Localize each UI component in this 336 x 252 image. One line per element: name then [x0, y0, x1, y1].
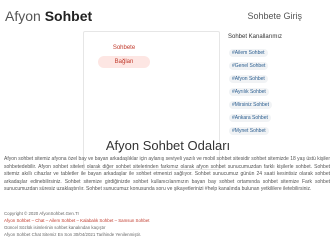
footer: Copyright © 2020 AfyonSohbet.Gen.Tr Afyo…	[4, 210, 330, 238]
channel-link[interactable]: #Ankara Sohbet	[229, 114, 271, 122]
channel-link[interactable]: #Mynet Sohbet	[229, 127, 269, 135]
footer-copyright: Copyright © 2020 AfyonSohbet.Gen.Tr	[4, 211, 80, 216]
channel-link[interactable]: #Mirsiniz Sohbet	[229, 101, 272, 109]
connect-button[interactable]: Bağlan	[98, 56, 150, 68]
channel-link[interactable]: #Ayrılık Sohbet	[229, 88, 269, 96]
site-logo[interactable]: Afyon Sohbet	[5, 8, 92, 24]
footer-updated: Afyon Sohbet Chat Sitemiz En Son 30/04/2…	[4, 232, 142, 237]
channels-list: #Ailem Sohbet #Genel Sohbet #Afyon Sohbe…	[229, 49, 329, 140]
logo-light-text: Afyon	[5, 8, 41, 24]
chat-login-link[interactable]: Sohbete Giriş	[247, 11, 302, 21]
logo-bold-text: Sohbet	[44, 8, 93, 24]
channel-link[interactable]: #Genel Sohbet	[229, 62, 269, 70]
footer-links[interactable]: Afyon Sohbet – Chat – Ailem Sohbet – Kal…	[4, 217, 330, 224]
chat-tab[interactable]: Sohbete	[98, 43, 150, 53]
channels-title: Sohbet Kanallarımız	[228, 34, 283, 40]
main-paragraph: Afyon sohbet sitemiz afyona özel bay ve …	[4, 156, 330, 192]
channel-link[interactable]: #Ailem Sohbet	[229, 49, 268, 57]
footer-note: Güncel Sözlük isimlerinin sohbet kanalın…	[4, 225, 106, 230]
channel-link[interactable]: #Afyon Sohbet	[229, 75, 268, 83]
page-title: Afyon Sohbet Odaları	[105, 138, 231, 153]
